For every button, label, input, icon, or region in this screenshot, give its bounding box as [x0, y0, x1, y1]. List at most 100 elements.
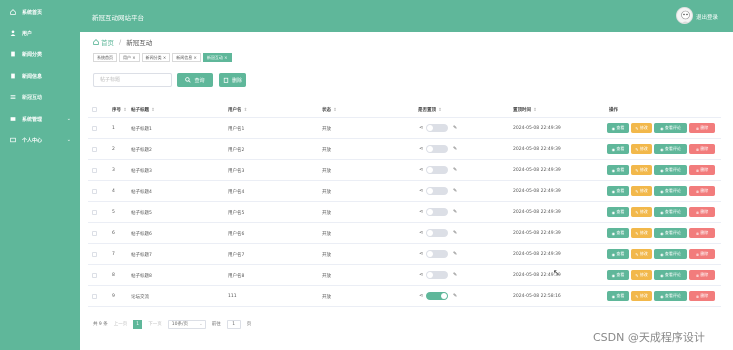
edit-button[interactable]: ✎ 修改 — [631, 228, 652, 238]
edit-pencil-icon[interactable]: ✎ — [453, 272, 457, 278]
column-header-status[interactable]: 状态 ⇕ — [322, 107, 337, 113]
top-toggle-switch[interactable] — [426, 187, 448, 195]
top-toggle-switch[interactable] — [426, 250, 448, 258]
view-button[interactable]: ◉ 查看 — [607, 249, 629, 259]
edit-pencil-icon[interactable]: ✎ — [453, 188, 457, 194]
view-comments-button[interactable]: ◉ 查看评论 — [654, 144, 687, 154]
tag-news-info[interactable]: 新闻信息 × — [172, 53, 201, 62]
sidebar-item-news-info[interactable]: 新闻信息 — [0, 68, 80, 84]
column-header-top[interactable]: 是否置顶 ⇕ — [418, 107, 442, 113]
edit-pencil-icon[interactable]: ✎ — [453, 209, 457, 215]
edit-button[interactable]: ✎ 修改 — [631, 207, 652, 217]
batch-delete-button[interactable]: 删除 — [219, 73, 246, 87]
tag-interaction[interactable]: 新冠互动 × — [202, 53, 232, 62]
edit-pencil-icon[interactable]: ✎ — [453, 293, 457, 299]
select-all-checkbox[interactable] — [92, 107, 97, 112]
view-button[interactable]: ◉ 查看 — [607, 186, 629, 196]
row-checkbox[interactable] — [92, 210, 97, 215]
sidebar-item-news-category[interactable]: 新闻分类 — [0, 46, 80, 62]
cell-title: 帖子标题6 — [131, 232, 152, 237]
edit-pencil-icon[interactable]: ✎ — [453, 251, 457, 257]
sidebar-item-label: 新冠互动 — [22, 94, 43, 101]
delete-button[interactable]: ⊗ 删除 — [689, 165, 715, 175]
sidebar-item-system[interactable]: 系统管理 ⌄ — [0, 111, 80, 127]
edit-pencil-icon[interactable]: ✎ — [453, 230, 457, 236]
row-checkbox[interactable] — [92, 294, 97, 299]
goto-page-input[interactable]: 1 — [226, 319, 241, 329]
delete-button[interactable]: ⊗ 删除 — [689, 123, 715, 133]
edit-button[interactable]: ✎ 修改 — [631, 291, 652, 301]
edit-button[interactable]: ✎ 修改 — [631, 270, 652, 280]
logout-link[interactable]: 退出登录 — [696, 13, 718, 21]
top-toggle-switch[interactable] — [426, 166, 448, 174]
top-toggle-switch[interactable] — [426, 229, 448, 237]
table-row: 2 帖子标题2 用户名2 开放 ⋖ ✎ 2024-05-08 22:49:39 ◉ 查看 ✎ 修… — [88, 139, 721, 160]
view-comments-button[interactable]: ◉ 查看评论 — [654, 207, 687, 217]
delete-button[interactable]: ⊗ 删除 — [689, 207, 715, 217]
row-actions: ◉ 查看 ✎ 修改 ◉ 查看评论 ⊗ 删除 — [607, 228, 715, 238]
sidebar-item-home[interactable]: 系统首页 — [0, 4, 80, 20]
view-button[interactable]: ◉ 查看 — [607, 165, 629, 175]
share-icon: ⋖ — [419, 272, 424, 278]
column-header-time[interactable]: 置顶时间 ⇕ — [513, 107, 537, 113]
edit-pencil-icon[interactable]: ✎ — [453, 167, 457, 173]
view-button[interactable]: ◉ 查看 — [607, 228, 629, 238]
row-checkbox[interactable] — [92, 231, 97, 236]
tag-users[interactable]: 用户 × — [119, 53, 140, 62]
edit-button[interactable]: ✎ 修改 — [631, 186, 652, 196]
row-checkbox[interactable] — [92, 147, 97, 152]
edit-button[interactable]: ✎ 修改 — [631, 123, 652, 133]
prev-page-button[interactable]: 上一页 — [114, 321, 128, 327]
top-toggle-switch[interactable] — [426, 292, 448, 300]
cell-status: 开放 — [322, 211, 331, 216]
delete-button[interactable]: ⊗ 删除 — [689, 249, 715, 259]
edit-button[interactable]: ✎ 修改 — [631, 144, 652, 154]
view-comments-button[interactable]: ◉ 查看评论 — [654, 270, 687, 280]
column-header-index[interactable]: 序号 ⇕ — [112, 107, 127, 113]
view-comments-button[interactable]: ◉ 查看评论 — [654, 228, 687, 238]
edit-pencil-icon[interactable]: ✎ — [453, 146, 457, 152]
row-checkbox[interactable] — [92, 273, 97, 278]
edit-button[interactable]: ✎ 修改 — [631, 249, 652, 259]
view-comments-button[interactable]: ◉ 查看评论 — [654, 291, 687, 301]
row-checkbox[interactable] — [92, 168, 97, 173]
page-number-current[interactable]: 1 — [133, 319, 143, 329]
top-toggle-switch[interactable] — [426, 208, 448, 216]
row-checkbox[interactable] — [92, 252, 97, 257]
view-button[interactable]: ◉ 查看 — [607, 270, 629, 280]
query-button[interactable]: 查询 — [177, 73, 213, 87]
share-icon: ⋖ — [419, 293, 424, 299]
delete-button[interactable]: ⊗ 删除 — [689, 228, 715, 238]
view-button[interactable]: ◉ 查看 — [607, 123, 629, 133]
sidebar-item-profile[interactable]: 个人中心 ⌄ — [0, 132, 80, 148]
tag-home[interactable]: 系统首页 — [93, 53, 117, 62]
row-checkbox[interactable] — [92, 189, 97, 194]
view-button[interactable]: ◉ 查看 — [607, 291, 629, 301]
view-comments-button[interactable]: ◉ 查看评论 — [654, 165, 687, 175]
view-comments-button[interactable]: ◉ 查看评论 — [654, 123, 687, 133]
view-comments-button[interactable]: ◉ 查看评论 — [654, 186, 687, 196]
view-comments-button[interactable]: ◉ 查看评论 — [654, 249, 687, 259]
view-button[interactable]: ◉ 查看 — [607, 207, 629, 217]
breadcrumb-home[interactable]: 首页 — [93, 37, 114, 47]
delete-button[interactable]: ⊗ 删除 — [689, 186, 715, 196]
row-checkbox[interactable] — [92, 126, 97, 131]
edit-pencil-icon[interactable]: ✎ — [453, 125, 457, 131]
page-size-select[interactable]: 10条/页 ⌄ — [167, 319, 206, 329]
sidebar-item-interaction[interactable]: 新冠互动 — [0, 89, 80, 105]
top-toggle-switch[interactable] — [426, 124, 448, 132]
avatar[interactable] — [676, 7, 693, 24]
delete-button[interactable]: ⊗ 删除 — [689, 144, 715, 154]
edit-button[interactable]: ✎ 修改 — [631, 165, 652, 175]
top-toggle-switch[interactable] — [426, 145, 448, 153]
view-button[interactable]: ◉ 查看 — [607, 144, 629, 154]
delete-button[interactable]: ⊗ 删除 — [689, 270, 715, 280]
column-header-username[interactable]: 用户名 ⇕ — [228, 107, 247, 113]
column-header-title[interactable]: 帖子标题 ⇕ — [131, 107, 155, 113]
next-page-button[interactable]: 下一页 — [148, 321, 162, 327]
search-input[interactable]: 帖子标题 — [93, 73, 172, 87]
delete-button[interactable]: ⊗ 删除 — [689, 291, 715, 301]
tag-news-category[interactable]: 新闻分类 × — [141, 53, 171, 62]
sidebar-item-users[interactable]: 用户 — [0, 25, 80, 41]
top-toggle-switch[interactable] — [426, 271, 448, 279]
